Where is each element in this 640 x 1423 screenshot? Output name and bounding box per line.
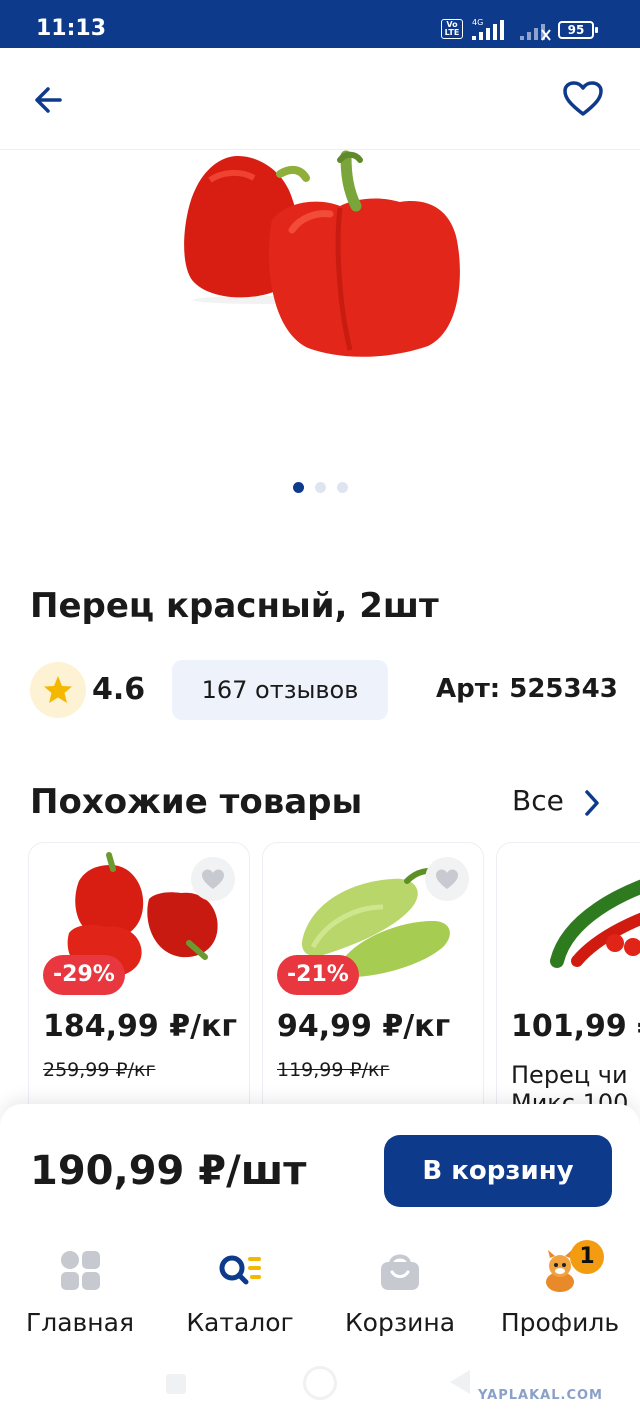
- product-card[interactable]: 101,99 ₽ Перец чиМикс 100: [496, 842, 640, 1112]
- status-time: 11:13: [36, 16, 107, 41]
- product-photo[interactable]: [160, 150, 480, 370]
- rating-row: 4.6 167 отзывов Арт: 525343: [0, 660, 640, 720]
- notification-badge: 1: [570, 1240, 604, 1274]
- product-title: Перец красный, 2шт: [30, 586, 439, 626]
- similar-products-carousel[interactable]: -29% 184,99 ₽/кг 259,99 ₽/кг -21% 94,99 …: [0, 842, 640, 1112]
- similar-products-title: Похожие товары: [30, 782, 363, 822]
- chili-peppers-image: [550, 879, 640, 968]
- nav-item-catalog[interactable]: Каталог: [160, 1234, 320, 1354]
- bottom-navigation: Главная Каталог Корзина 1 Профиль: [0, 1234, 640, 1354]
- pagination-dot[interactable]: [315, 482, 326, 493]
- card-old-price: 119,99 ₽/кг: [277, 1059, 390, 1081]
- nav-item-profile[interactable]: 1 Профиль: [480, 1234, 640, 1354]
- favorite-button[interactable]: [562, 80, 604, 118]
- reviews-button[interactable]: 167 отзывов: [172, 660, 388, 720]
- product-card[interactable]: -29% 184,99 ₽/кг 259,99 ₽/кг: [28, 842, 250, 1112]
- see-all-label: Все: [512, 784, 564, 817]
- heart-outline-icon: [563, 81, 603, 116]
- add-to-cart-button[interactable]: В корзину: [384, 1135, 612, 1207]
- buy-price: 190,99 ₽/шт: [30, 1148, 307, 1194]
- buy-panel: 190,99 ₽/шт В корзину: [0, 1104, 640, 1234]
- card-price: 101,99 ₽: [511, 1009, 640, 1044]
- discount-badge: -29%: [43, 955, 125, 995]
- back-button[interactable]: [30, 82, 70, 118]
- card-price: 184,99 ₽/кг: [43, 1009, 238, 1044]
- pagination-dot-active[interactable]: [293, 482, 304, 493]
- nav-label: Корзина: [344, 1308, 456, 1337]
- product-header: [0, 48, 640, 150]
- discount-badge: -21%: [277, 955, 359, 995]
- home-grid-icon: [61, 1251, 100, 1290]
- nav-label: Профиль: [500, 1308, 620, 1337]
- status-bar: 11:13 Vo LTE 4G 95: [0, 0, 640, 48]
- card-old-price: 259,99 ₽/кг: [43, 1059, 156, 1081]
- card-price: 94,99 ₽/кг: [277, 1009, 451, 1044]
- home-icon[interactable]: [303, 1366, 337, 1400]
- signal-2-icon: [520, 24, 551, 41]
- svg-text:4G: 4G: [472, 18, 483, 27]
- watermark: YAPLAKAL.COM: [478, 1388, 603, 1403]
- see-all-link[interactable]: Все: [512, 784, 612, 824]
- article-number: Арт: 525343: [436, 674, 618, 704]
- signal-icon: 4G: [472, 18, 504, 40]
- nav-item-home[interactable]: Главная: [0, 1234, 160, 1354]
- rating-value: 4.6: [92, 672, 146, 707]
- heart-icon: [202, 869, 224, 889]
- product-card[interactable]: -21% 94,99 ₽/кг 119,99 ₽/кг: [262, 842, 484, 1112]
- card-favorite-button[interactable]: [191, 857, 235, 901]
- system-navigation-bar: YAPLAKAL.COM: [0, 1354, 640, 1423]
- nav-item-cart[interactable]: Корзина: [320, 1234, 480, 1354]
- system-back-icon[interactable]: [450, 1370, 470, 1394]
- star-icon: [44, 676, 72, 703]
- shopping-bag-icon: [381, 1254, 419, 1290]
- catalog-search-icon: [219, 1255, 261, 1285]
- recent-apps-icon[interactable]: [166, 1374, 186, 1394]
- volte-icon: Vo LTE: [441, 19, 463, 39]
- battery-icon: 95: [558, 21, 598, 39]
- nav-label: Главная: [26, 1308, 134, 1337]
- chevron-right-icon: [585, 790, 599, 816]
- rating-badge: [30, 662, 86, 718]
- arrow-left-icon: [35, 87, 62, 113]
- nav-label: Каталог: [186, 1308, 294, 1337]
- pagination-dot[interactable]: [337, 482, 348, 493]
- heart-icon: [436, 869, 458, 889]
- red-bell-peppers-image: [184, 150, 460, 357]
- card-favorite-button[interactable]: [425, 857, 469, 901]
